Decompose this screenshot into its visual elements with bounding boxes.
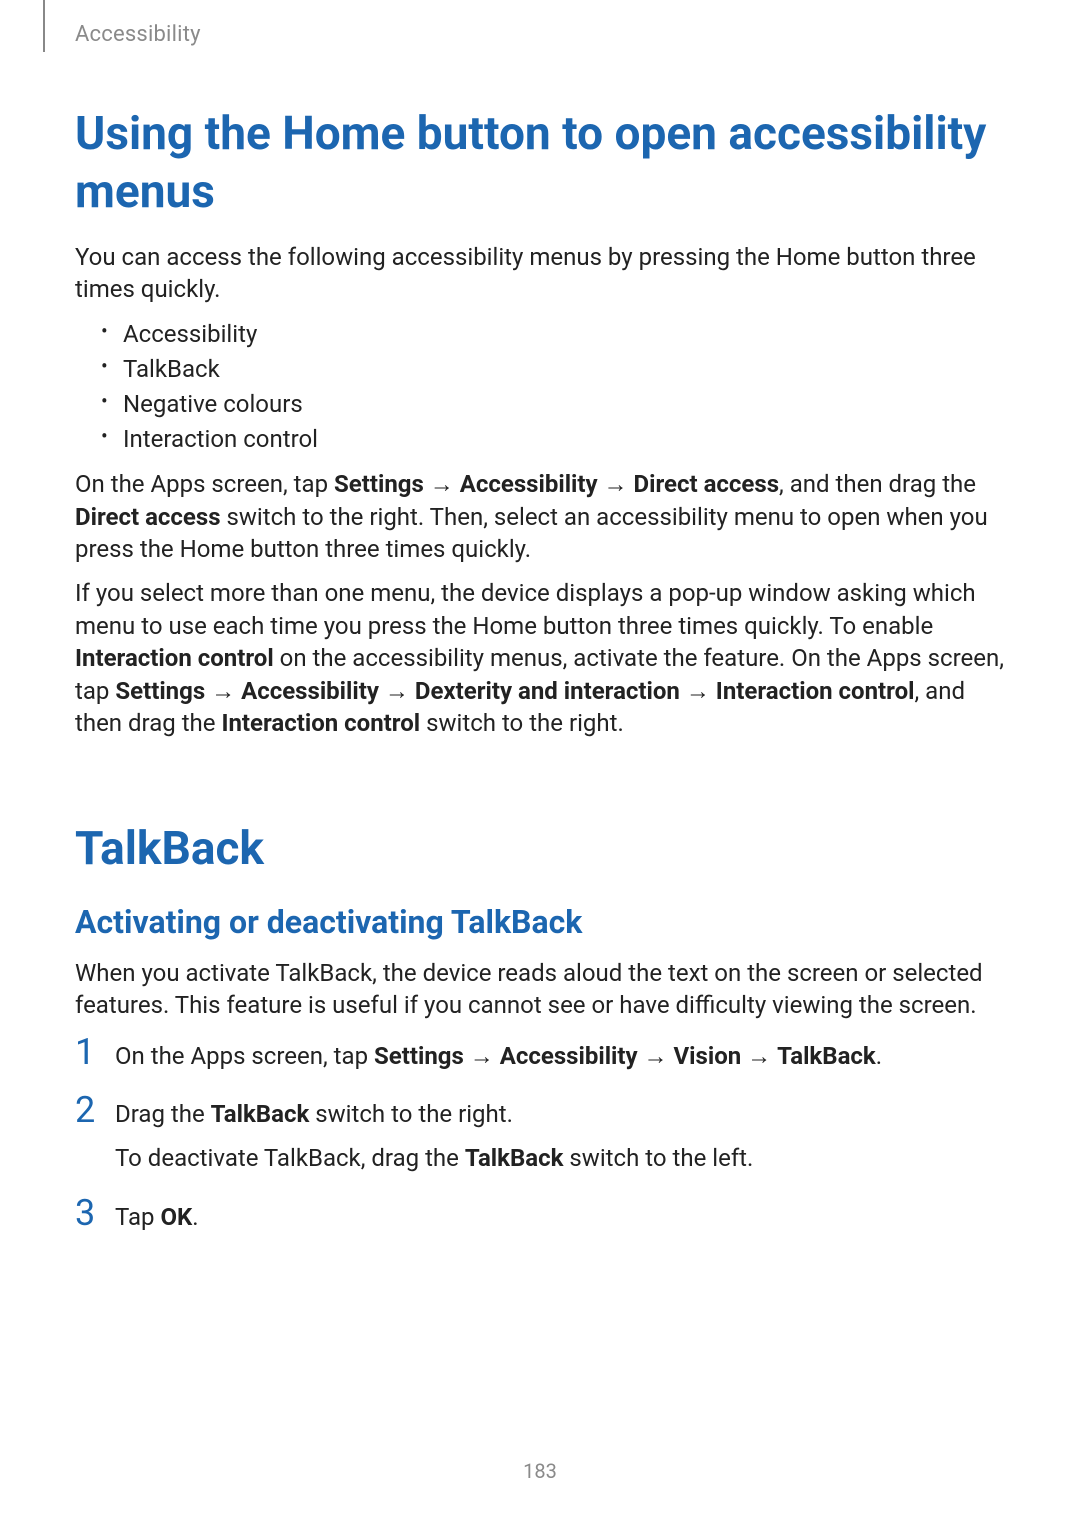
accessibility-menu-list: Accessibility TalkBack Negative colours … <box>101 318 1005 456</box>
header-accent-bar <box>43 0 45 52</box>
section-title-home-button: Using the Home button to open accessibil… <box>75 106 1005 221</box>
step-text: Tap OK. <box>115 1201 1005 1233</box>
direct-access-paragraph: On the Apps screen, tap Settings → Acces… <box>75 468 1005 565</box>
intro-paragraph: You can access the following accessibili… <box>75 241 1005 306</box>
step-text: On the Apps screen, tap Settings → Acces… <box>115 1040 1005 1072</box>
step-item: On the Apps screen, tap Settings → Acces… <box>75 1040 1005 1072</box>
list-item: Accessibility <box>101 318 1005 351</box>
step-item: Tap OK. <box>75 1201 1005 1233</box>
subsection-activating-talkback: Activating or deactivating TalkBack <box>75 903 1005 941</box>
page-number: 183 <box>0 1459 1080 1483</box>
list-item: Interaction control <box>101 423 1005 456</box>
interaction-control-paragraph: If you select more than one menu, the de… <box>75 577 1005 739</box>
steps-list: On the Apps screen, tap Settings → Acces… <box>75 1040 1005 1234</box>
page-content: Accessibility Using the Home button to o… <box>0 0 1080 1233</box>
list-item: Negative colours <box>101 388 1005 421</box>
step-text: Drag the TalkBack switch to the right. <box>115 1098 1005 1130</box>
running-header: Accessibility <box>75 22 1005 52</box>
list-item: TalkBack <box>101 353 1005 386</box>
section-title-talkback: TalkBack <box>75 821 1005 879</box>
step-subtext: To deactivate TalkBack, drag the TalkBac… <box>115 1142 1005 1174</box>
step-item: Drag the TalkBack switch to the right. T… <box>75 1098 1005 1175</box>
header-section-label: Accessibility <box>75 22 201 47</box>
talkback-intro-paragraph: When you activate TalkBack, the device r… <box>75 957 1005 1022</box>
